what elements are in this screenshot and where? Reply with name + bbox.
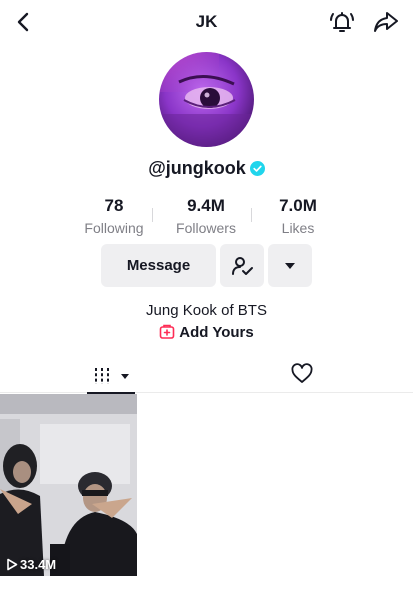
user-check-icon — [232, 256, 253, 275]
notifications-button[interactable] — [328, 8, 356, 36]
share-button[interactable] — [372, 9, 400, 35]
play-icon — [7, 558, 18, 571]
avatar[interactable] — [159, 52, 254, 147]
caret-down-icon — [285, 262, 295, 269]
tab-videos[interactable] — [87, 358, 135, 394]
content-tabs — [0, 358, 413, 394]
share-arrow-icon — [374, 12, 398, 32]
stat-likes[interactable]: 7.0M Likes — [243, 196, 353, 236]
following-button[interactable] — [220, 244, 264, 287]
add-yours-label: Add Yours — [179, 324, 254, 341]
heart-outline-icon — [291, 363, 313, 383]
message-button[interactable]: Message — [101, 244, 216, 287]
likes-count: 7.0M — [279, 196, 317, 215]
likes-label: Likes — [281, 220, 315, 236]
stats-row: 78 Following 9.4M Followers 7.0M Likes — [0, 196, 413, 236]
profile-actions: Message — [0, 244, 413, 288]
more-options-button[interactable] — [268, 244, 312, 287]
add-yours-icon — [159, 324, 175, 339]
add-yours-link[interactable]: Add Yours — [0, 324, 413, 341]
video-thumbnail-image — [0, 394, 137, 576]
grid-icon — [95, 368, 129, 384]
top-bar: JK — [0, 0, 413, 44]
bio-text: Jung Kook of BTS — [146, 302, 267, 319]
video-thumbnail[interactable]: 33.4M — [0, 394, 137, 576]
avatar-image — [159, 52, 254, 147]
username: @jungkook — [148, 158, 246, 178]
view-count: 33.4M — [6, 557, 56, 572]
tab-liked[interactable] — [290, 362, 314, 386]
verified-badge-icon — [249, 161, 265, 176]
view-count-label: 33.4M — [20, 557, 57, 572]
username-row: @jungkook — [0, 158, 413, 179]
bell-icon — [330, 12, 354, 32]
